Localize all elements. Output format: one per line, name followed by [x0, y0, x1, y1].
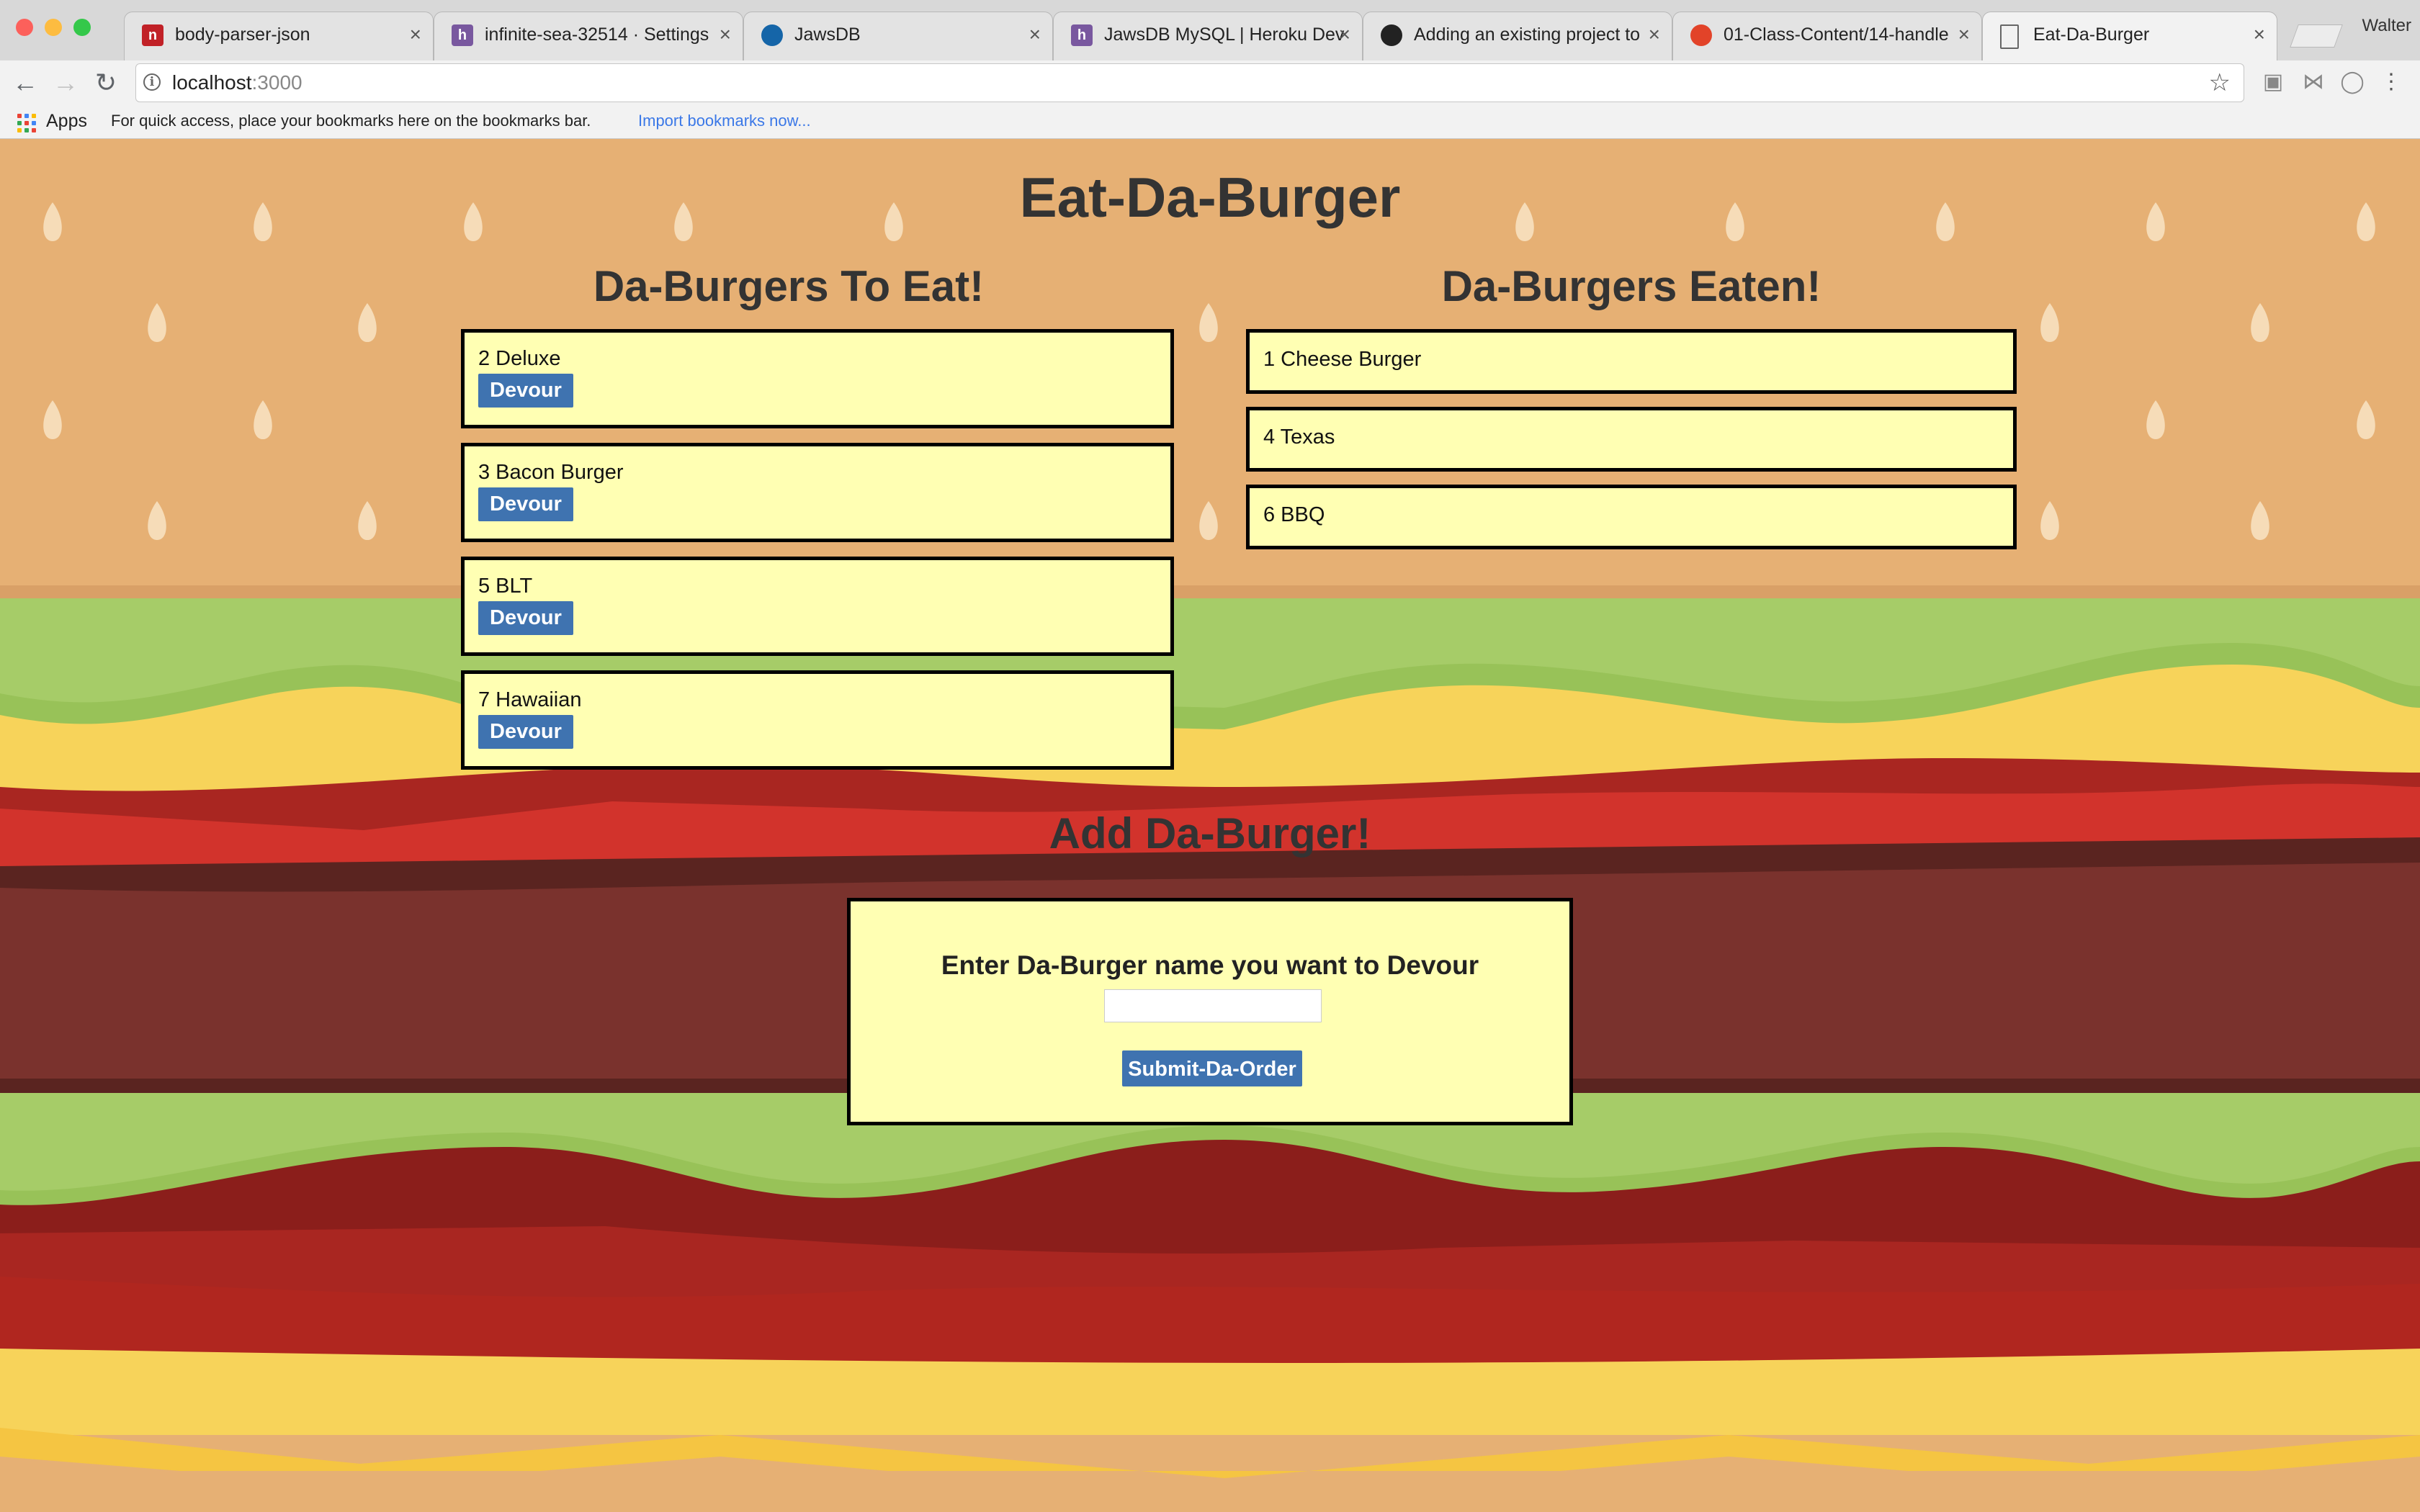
tab-close-icon[interactable]: ×: [720, 12, 731, 57]
bookmark-star-icon[interactable]: ☆: [2209, 64, 2231, 102]
page-title: Eat-Da-Burger: [1019, 166, 1401, 229]
back-arrow-icon[interactable]: ←: [7, 65, 43, 101]
bookmarks-bar: Apps For quick access, place your bookma…: [0, 105, 2420, 139]
extension-icon[interactable]: ▣: [2259, 68, 2287, 96]
tab-3[interactable]: JawsDB ×: [743, 12, 1053, 60]
eaten-burger-card: 6 BBQ: [1246, 485, 2017, 549]
tab-title: body-parser-json: [175, 24, 310, 45]
window-zoom-button[interactable]: [73, 19, 91, 36]
github-icon: [1381, 24, 1402, 46]
heroku-icon: h: [1071, 24, 1093, 46]
burger-name-input[interactable]: [1104, 989, 1322, 1022]
npm-icon: n: [142, 24, 163, 46]
bookmarks-prompt: For quick access, place your bookmarks h…: [111, 112, 591, 130]
new-tab-button[interactable]: [2290, 24, 2343, 48]
tab-4[interactable]: h JawsDB MySQL | Heroku Dev ×: [1053, 12, 1363, 60]
tab-title: Adding an existing project to: [1414, 24, 1641, 45]
apps-link[interactable]: Apps: [46, 105, 87, 137]
tab-close-icon[interactable]: ×: [1958, 12, 1970, 57]
tab-5[interactable]: Adding an existing project to ×: [1363, 12, 1672, 60]
window-close-button[interactable]: [16, 19, 33, 36]
devour-button[interactable]: Devour: [478, 715, 573, 749]
reload-icon[interactable]: ↻: [88, 65, 124, 101]
eaten-heading: Da-Burgers Eaten!: [1441, 262, 1821, 310]
tab-close-icon[interactable]: ×: [410, 12, 421, 57]
tab-title: Eat-Da-Burger: [2033, 24, 2150, 45]
tab-title: JawsDB: [794, 24, 861, 45]
import-bookmarks-link[interactable]: Import bookmarks now...: [638, 105, 811, 137]
extension-icon[interactable]: ◯: [2338, 68, 2367, 96]
apps-grid-icon[interactable]: [17, 114, 36, 132]
eaten-burger-card: 4 Texas: [1246, 407, 2017, 472]
window-minimize-button[interactable]: [45, 19, 62, 36]
burger-name: 2 Deluxe: [478, 347, 561, 370]
devour-button[interactable]: Devour: [478, 374, 573, 408]
burger-card: 2 Deluxe Devour: [461, 329, 1174, 428]
menu-kebab-icon[interactable]: ⋮: [2377, 68, 2406, 96]
eaten-burger-card: 1 Cheese Burger: [1246, 329, 2017, 394]
tab-close-icon[interactable]: ×: [1029, 12, 1041, 57]
tab-6[interactable]: 01-Class-Content/14-handle ×: [1672, 12, 1982, 60]
add-burger-form: Enter Da-Burger name you want to Devour …: [847, 898, 1573, 1125]
devour-button[interactable]: Devour: [478, 487, 573, 521]
tab-1[interactable]: n body-parser-json ×: [124, 12, 434, 60]
tab-title: 01-Class-Content/14-handle: [1724, 24, 1949, 45]
burger-card: 5 BLT Devour: [461, 557, 1174, 656]
url-port: :3000: [251, 71, 302, 94]
burger-name: 3 Bacon Burger: [478, 461, 624, 484]
burger-name-label: Enter Da-Burger name you want to Devour: [941, 950, 1479, 980]
burger-card: 3 Bacon Burger Devour: [461, 443, 1174, 542]
jawsdb-icon: [761, 24, 783, 46]
burger-name: 4 Texas: [1263, 426, 1335, 449]
tab-strip: n body-parser-json × h infinite-sea-32514 · …: [0, 0, 2420, 60]
tab-2[interactable]: h infinite-sea-32514 · Settings ×: [434, 12, 743, 60]
forward-arrow-icon[interactable]: →: [48, 65, 84, 101]
browser-chrome: n body-parser-json × h infinite-sea-32514 · …: [0, 0, 2420, 139]
burger-name: 7 Hawaiian: [478, 688, 582, 711]
to-eat-heading: Da-Burgers To Eat!: [593, 262, 985, 310]
tab-7[interactable]: Eat-Da-Burger ×: [1982, 12, 2277, 60]
info-icon[interactable]: i: [143, 73, 161, 91]
devour-button[interactable]: Devour: [478, 601, 573, 635]
heroku-icon: h: [452, 24, 473, 46]
burger-card: 7 Hawaiian Devour: [461, 670, 1174, 770]
tab-close-icon[interactable]: ×: [1649, 12, 1660, 57]
page-viewport: Eat-Da-Burger Da-Burgers To Eat! Da-Burg…: [0, 139, 2420, 1512]
burger-name: 1 Cheese Burger: [1263, 348, 1422, 371]
browser-toolbar: ← → ↻ i localhost:3000 ☆ ▣ ⋈ ◯ ⋮: [0, 60, 2420, 105]
burger-name: 5 BLT: [478, 575, 533, 598]
extension-icon[interactable]: ⋈: [2299, 68, 2328, 96]
tab-close-icon[interactable]: ×: [1339, 12, 1350, 57]
tab-title: infinite-sea-32514 · Settings: [485, 24, 709, 45]
tab-title: JawsDB MySQL | Heroku Dev: [1104, 24, 1345, 45]
tab-close-icon[interactable]: ×: [2254, 12, 2265, 57]
gitlab-icon: [1690, 24, 1712, 46]
url-host: localhost: [172, 71, 252, 94]
add-burger-heading: Add Da-Burger!: [1049, 809, 1371, 858]
burger-name: 6 BBQ: [1263, 503, 1325, 526]
submit-order-button[interactable]: Submit-Da-Order: [1122, 1050, 1302, 1086]
address-bar[interactable]: i localhost:3000 ☆: [135, 63, 2244, 102]
page-icon: [2000, 24, 2019, 49]
profile-name[interactable]: Walter: [2362, 16, 2411, 36]
